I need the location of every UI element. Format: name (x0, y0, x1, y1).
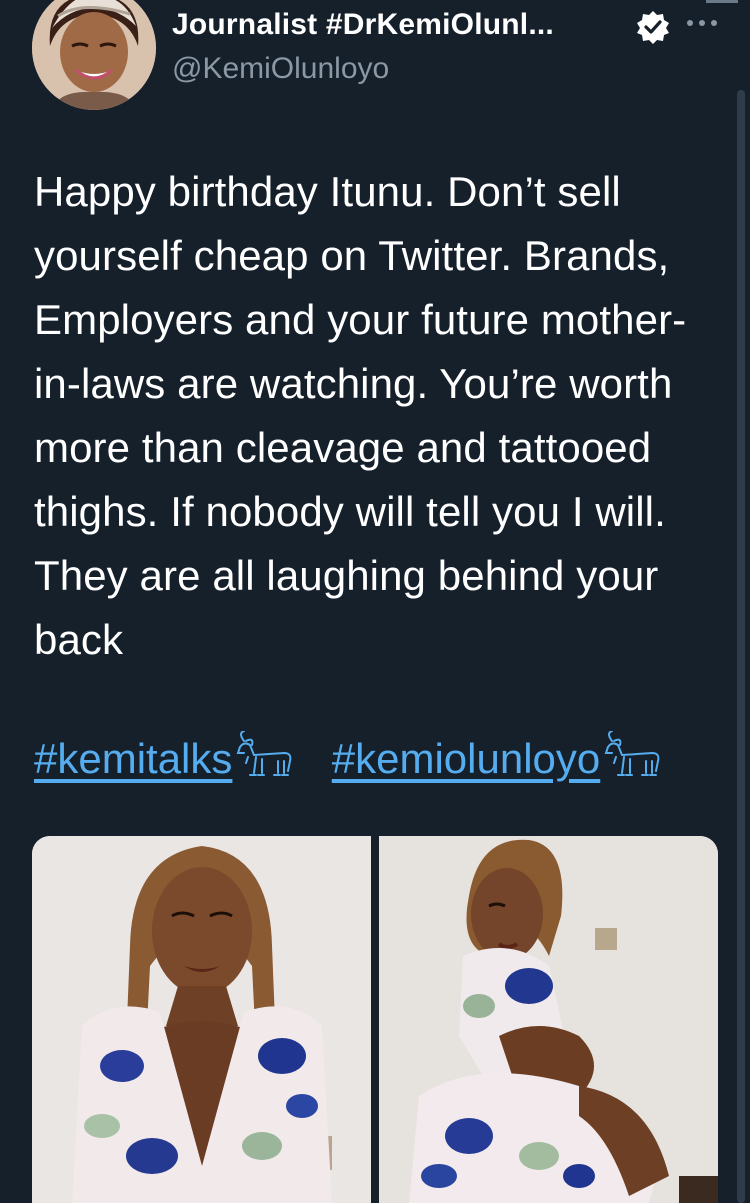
hashtag-line: #kemitalks #kemiolunloyo (34, 727, 664, 791)
hashtag-kemiolunloyo[interactable]: #kemiolunloyo (332, 735, 601, 782)
tweet-media-grid (32, 836, 718, 1203)
photo-left[interactable] (32, 836, 371, 1203)
author-handle[interactable]: @KemiOlunloyo (172, 52, 389, 86)
more-options-icon[interactable] (680, 8, 724, 38)
goat-emoji-icon (237, 731, 292, 776)
hashtag-kemitalks[interactable]: #kemitalks (34, 735, 232, 782)
scrollbar[interactable] (737, 90, 745, 1203)
tweet-text: Happy birthday Itunu. Don’t sell yoursel… (34, 168, 687, 663)
tweet-header: Journalist #DrKemiOlunl... @KemiOlunloyo (0, 0, 750, 120)
photo-right[interactable] (379, 836, 718, 1203)
verified-badge-icon (637, 11, 669, 44)
author-avatar[interactable] (32, 0, 156, 110)
goat-emoji-icon (604, 731, 660, 776)
author-display-name[interactable]: Journalist #DrKemiOlunl... (172, 8, 622, 42)
